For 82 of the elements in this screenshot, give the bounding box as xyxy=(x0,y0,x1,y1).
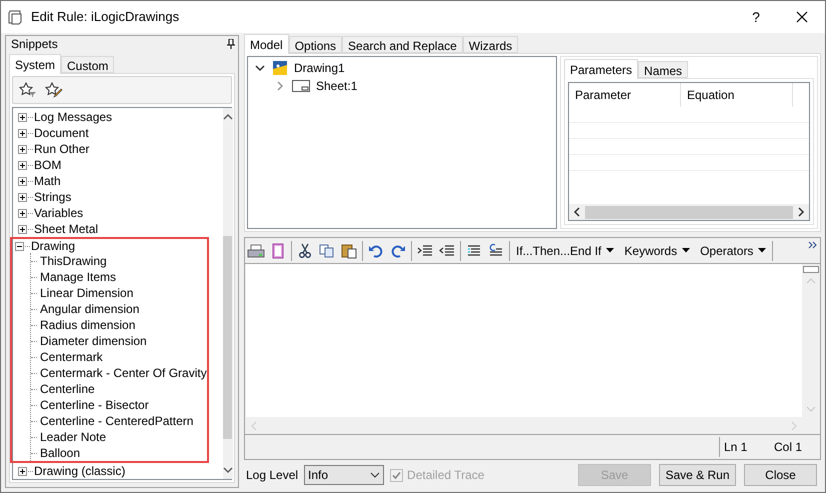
tab[interactable]: Search and Replace xyxy=(342,36,463,53)
caret-icon xyxy=(682,248,690,254)
tree-item[interactable]: Centermark xyxy=(40,348,103,366)
tab[interactable]: Model xyxy=(244,34,289,54)
expand-icon[interactable] xyxy=(18,466,27,476)
printer-icon[interactable] xyxy=(247,242,265,259)
paste-icon[interactable] xyxy=(340,242,358,259)
expand-icon[interactable] xyxy=(18,128,27,138)
split-handle[interactable] xyxy=(802,266,818,274)
caret-icon xyxy=(606,248,614,254)
tree-item[interactable]: Leader Note xyxy=(40,428,106,446)
horizontal-scrollbar[interactable] xyxy=(569,204,809,220)
tab[interactable]: Options xyxy=(288,36,342,53)
expand-icon[interactable] xyxy=(18,224,27,234)
window-title: Edit Rule: iLogicDrawings xyxy=(31,8,180,26)
expand-icon[interactable] xyxy=(18,144,27,154)
tab[interactable]: Wizards xyxy=(462,36,518,53)
tree-item[interactable]: Drawing xyxy=(31,237,76,255)
dropdown-menu[interactable]: Keywords xyxy=(622,240,692,262)
expand-icon[interactable] xyxy=(18,112,27,122)
tree-item[interactable]: Log Messages xyxy=(34,108,112,126)
tab[interactable]: Names xyxy=(638,61,688,78)
drawing-icon xyxy=(272,60,288,76)
tab[interactable]: Parameters xyxy=(564,59,638,79)
tree-item[interactable]: Strings xyxy=(34,188,72,206)
close-icon xyxy=(796,11,808,23)
dropdown-menu[interactable]: Operators xyxy=(698,240,768,262)
log-level-label: Log Level xyxy=(246,467,298,484)
tree-item[interactable]: Sheet:1 xyxy=(316,77,358,95)
tree-item[interactable]: Run Other xyxy=(34,140,90,158)
tree-item[interactable]: Document xyxy=(34,124,89,142)
tree-item[interactable]: Centerline xyxy=(40,380,95,398)
redo-icon[interactable] xyxy=(389,242,407,259)
tree-item[interactable]: ThisDrawing xyxy=(40,252,107,270)
expand-icon[interactable] xyxy=(18,192,27,202)
star-edit-icon[interactable] xyxy=(45,82,63,98)
tree-item[interactable]: Centermark - Center Of Gravity xyxy=(40,364,207,382)
tree-item[interactable]: Angular dimension xyxy=(40,300,140,318)
tab[interactable]: Custom xyxy=(61,56,114,73)
line-number: Ln 1 xyxy=(724,439,748,456)
tree-item[interactable]: Manage Items xyxy=(40,268,116,286)
caret-icon xyxy=(758,248,766,254)
dropdown-menu[interactable]: If...Then...End If xyxy=(514,240,616,262)
column-number: Col 1 xyxy=(774,439,804,456)
tab[interactable]: System xyxy=(9,54,62,74)
vertical-scrollbar[interactable] xyxy=(802,264,819,418)
tree-item[interactable]: Drawing1 xyxy=(294,59,345,77)
tree-item[interactable]: Drawing (classic) xyxy=(34,462,126,480)
dialog-button[interactable]: Close xyxy=(744,464,817,486)
tree-item[interactable]: Centerline - CenteredPattern xyxy=(40,412,194,430)
scissors-icon[interactable] xyxy=(296,242,314,259)
pin-icon xyxy=(227,39,235,49)
checkbox-label: Detailed Trace xyxy=(407,467,484,484)
scroll-thumb[interactable] xyxy=(585,206,793,219)
sheet-icon xyxy=(292,79,310,93)
tree-item[interactable]: BOM xyxy=(34,156,62,174)
scrollbar[interactable] xyxy=(222,108,233,479)
expand-icon[interactable] xyxy=(18,160,27,170)
copy-icon[interactable] xyxy=(318,242,336,259)
tree-item[interactable]: Math xyxy=(34,172,61,190)
tree-item[interactable]: Diameter dimension xyxy=(40,332,147,350)
expand-icon[interactable] xyxy=(18,208,27,218)
log-level-dropdown[interactable]: Info xyxy=(304,465,384,486)
expand-icon[interactable] xyxy=(18,176,27,186)
tree-item[interactable]: Centerline - Bisector xyxy=(40,396,149,414)
column-header[interactable]: Equation xyxy=(681,83,793,107)
panel-title: Snippets xyxy=(10,36,59,53)
overflow-icon[interactable] xyxy=(808,241,818,250)
dialog-button[interactable]: Save & Run xyxy=(659,464,736,486)
help-button[interactable]: ? xyxy=(733,1,779,33)
tree-item[interactable]: Variables xyxy=(34,204,84,222)
star-filter-icon[interactable] xyxy=(19,82,37,98)
tree-item[interactable]: Radius dimension xyxy=(40,316,136,334)
tree-item[interactable]: Sheet Metal xyxy=(34,220,98,238)
undo-icon[interactable] xyxy=(367,242,385,259)
dropdown-value: Info xyxy=(308,467,330,484)
tree-item[interactable]: Linear Dimension xyxy=(40,284,134,302)
tree-item[interactable]: Balloon xyxy=(40,444,80,462)
column-header[interactable]: Parameter xyxy=(569,83,681,107)
collapse-icon[interactable] xyxy=(15,242,24,250)
chevron-down-icon xyxy=(370,472,380,478)
scroll-thumb[interactable] xyxy=(223,236,232,439)
